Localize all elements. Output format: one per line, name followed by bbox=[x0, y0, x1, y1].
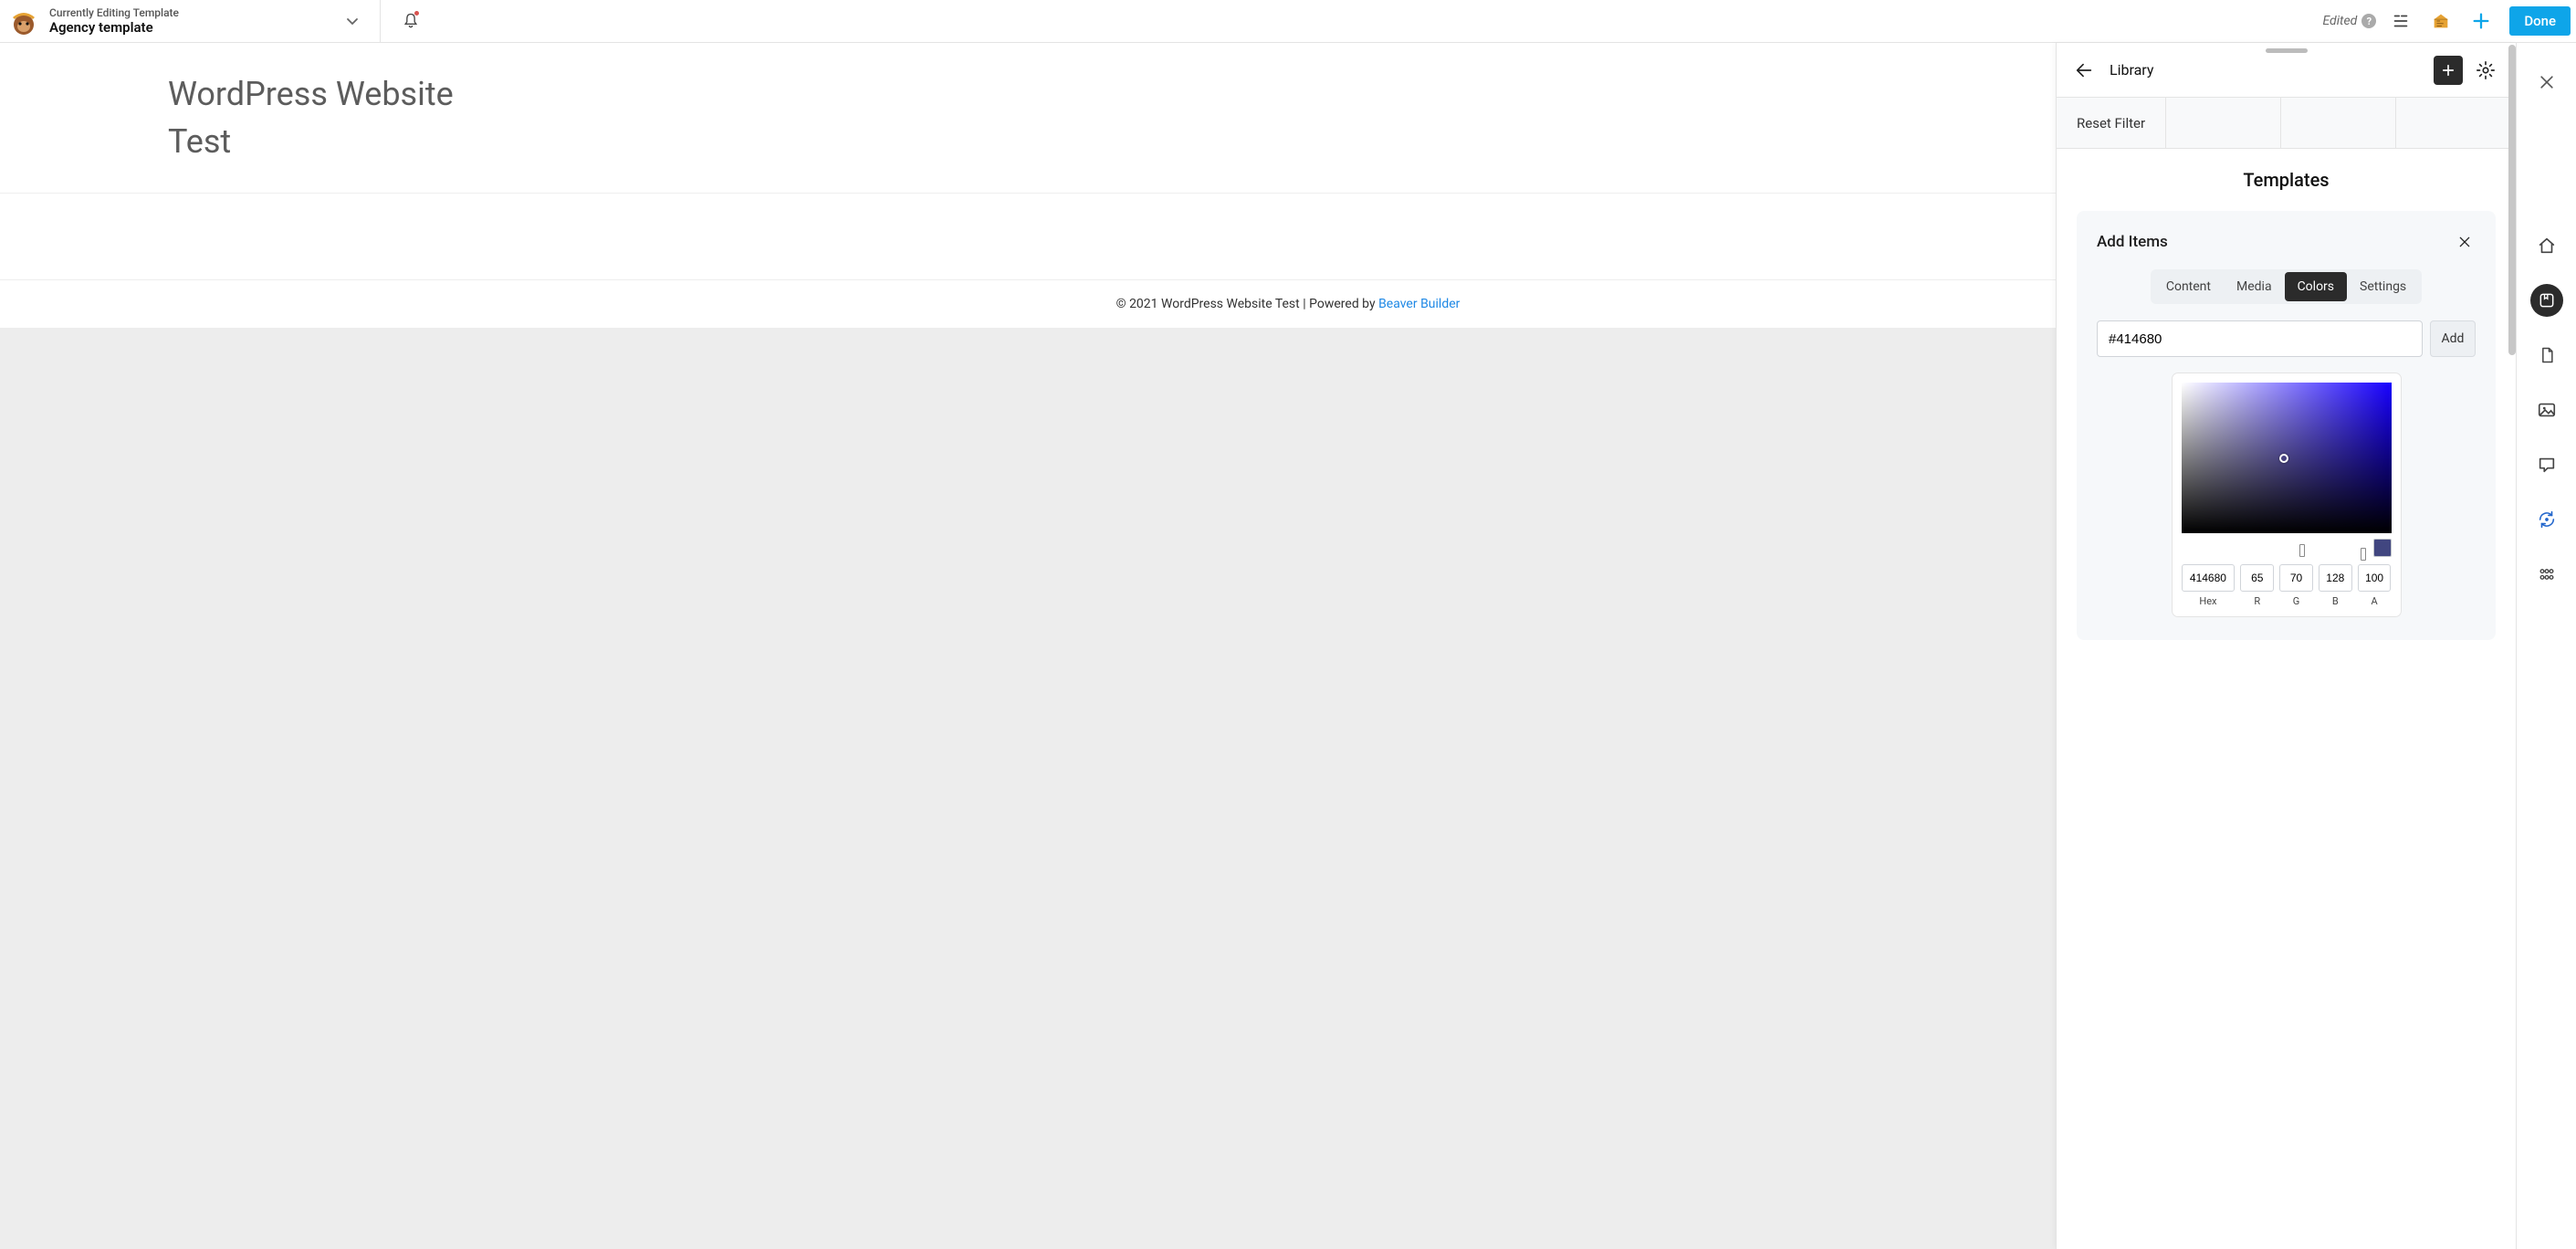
saturation-value-field[interactable] bbox=[2182, 383, 2392, 533]
panel-title: Library bbox=[2110, 61, 2153, 79]
r-label: R bbox=[2240, 595, 2274, 607]
close-panel-button[interactable] bbox=[2531, 67, 2562, 98]
a-input[interactable] bbox=[2358, 564, 2392, 592]
tab-content[interactable]: Content bbox=[2153, 272, 2224, 301]
footer-copyright: © 2021 WordPress Website Test | Powered … bbox=[1116, 297, 1378, 311]
hero-title-line2: Test bbox=[168, 122, 231, 161]
reset-filter-button[interactable]: Reset Filter bbox=[2057, 98, 2166, 148]
color-picker: Hex R G B A bbox=[2173, 373, 2401, 616]
hue-thumb[interactable] bbox=[2299, 544, 2305, 557]
a-label: A bbox=[2358, 595, 2392, 607]
g-input[interactable] bbox=[2279, 564, 2313, 592]
title-block: Currently Editing Template Agency templa… bbox=[49, 6, 179, 36]
rail-comments-button[interactable] bbox=[2530, 448, 2563, 481]
panel-settings-button[interactable] bbox=[2472, 57, 2499, 84]
top-bar: Currently Editing Template Agency templa… bbox=[0, 0, 2576, 43]
top-bar-left: Currently Editing Template Agency templa… bbox=[0, 0, 439, 43]
sv-cursor[interactable] bbox=[2279, 454, 2288, 463]
outline-button[interactable] bbox=[2385, 5, 2416, 37]
editing-label: Currently Editing Template bbox=[49, 6, 179, 19]
footer-link[interactable]: Beaver Builder bbox=[1378, 297, 1460, 311]
alpha-thumb[interactable] bbox=[2361, 548, 2366, 561]
assistant-icon[interactable] bbox=[2425, 5, 2456, 37]
filter-slot-3[interactable] bbox=[2396, 98, 2516, 148]
rail-library-button[interactable] bbox=[2530, 284, 2563, 317]
add-color-button[interactable]: Add bbox=[2430, 320, 2476, 357]
rail-content-button[interactable] bbox=[2530, 339, 2563, 372]
rail-updates-button[interactable] bbox=[2530, 503, 2563, 536]
card-close-button[interactable] bbox=[2454, 231, 2476, 253]
edited-status: Edited ? bbox=[2322, 14, 2376, 28]
g-label: G bbox=[2279, 595, 2313, 607]
add-items-card: Add Items Content Media Colors Settings … bbox=[2077, 211, 2496, 640]
rail-apps-button[interactable] bbox=[2530, 558, 2563, 591]
top-bar-right: Edited ? Done bbox=[2322, 5, 2576, 37]
done-button[interactable]: Done bbox=[2509, 6, 2571, 36]
drag-handle[interactable] bbox=[2266, 48, 2308, 53]
card-title: Add Items bbox=[2097, 233, 2168, 251]
scrollbar[interactable] bbox=[2508, 45, 2516, 355]
numeric-inputs: Hex R G B A bbox=[2182, 564, 2392, 607]
tab-colors[interactable]: Colors bbox=[2285, 272, 2347, 301]
filter-slot-2[interactable] bbox=[2281, 98, 2396, 148]
divider bbox=[380, 0, 381, 43]
template-name: Agency template bbox=[49, 19, 179, 36]
side-rail bbox=[2516, 43, 2576, 1249]
b-input[interactable] bbox=[2319, 564, 2352, 592]
filter-bar: Reset Filter bbox=[2057, 98, 2516, 149]
panel-header-actions bbox=[2434, 56, 2499, 85]
add-content-button[interactable] bbox=[2466, 5, 2497, 37]
hex-input-row: Add bbox=[2097, 320, 2476, 357]
r-input[interactable] bbox=[2240, 564, 2274, 592]
brand-logo[interactable] bbox=[7, 5, 40, 37]
hex-text-input[interactable] bbox=[2097, 320, 2423, 357]
tabs: Content Media Colors Settings bbox=[2151, 269, 2422, 304]
rail-home-button[interactable] bbox=[2530, 229, 2563, 262]
notifications-button[interactable] bbox=[390, 0, 432, 43]
library-panel: Library Reset Filter Templates Add Items… bbox=[2056, 43, 2516, 1249]
tab-settings[interactable]: Settings bbox=[2347, 272, 2419, 301]
rail-media-button[interactable] bbox=[2530, 394, 2563, 426]
color-swatch bbox=[2373, 539, 2392, 557]
tab-media[interactable]: Media bbox=[2224, 272, 2285, 301]
card-header: Add Items bbox=[2097, 231, 2476, 253]
b-label: B bbox=[2319, 595, 2352, 607]
section-title: Templates bbox=[2057, 149, 2516, 211]
hex-input[interactable] bbox=[2182, 564, 2236, 592]
template-dropdown-toggle[interactable] bbox=[334, 0, 371, 43]
edited-status-text: Edited bbox=[2322, 14, 2357, 28]
panel-add-button[interactable] bbox=[2434, 56, 2463, 85]
hex-label: Hex bbox=[2182, 595, 2236, 607]
hero-title-line1: WordPress Website bbox=[168, 75, 454, 113]
back-button[interactable] bbox=[2073, 59, 2095, 81]
notification-dot-icon bbox=[414, 11, 419, 16]
help-icon[interactable]: ? bbox=[2361, 14, 2376, 28]
hue-alpha-row bbox=[2182, 539, 2392, 557]
filter-slot-1[interactable] bbox=[2166, 98, 2281, 148]
